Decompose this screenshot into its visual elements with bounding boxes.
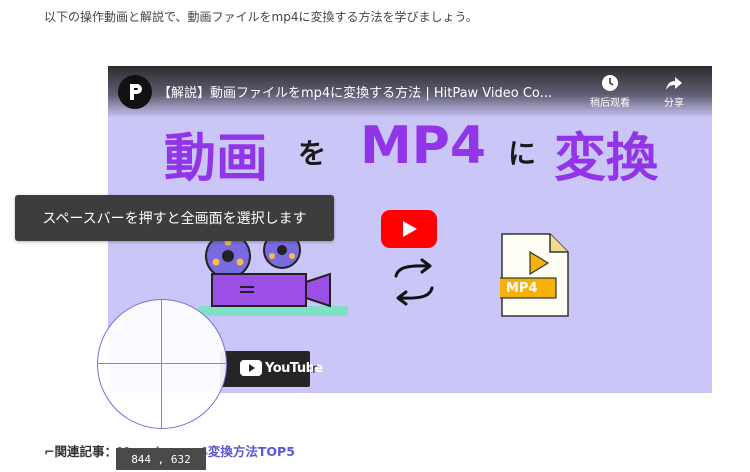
headline-word-video: 動画 [164, 129, 269, 189]
headline-word-convert: 変換 [554, 129, 659, 189]
crosshair-horizontal [98, 363, 226, 364]
hitpaw-logo-icon [130, 84, 142, 100]
thumbnail-headline: 動画 を MP4 に 変換 [108, 116, 712, 189]
clock-icon [602, 75, 618, 91]
video-title[interactable]: 【解説】動画ファイルをmp4に変換する方法 | HitPaw Video Co.… [158, 82, 583, 101]
share-button[interactable]: 分享 [649, 74, 699, 109]
mp4-file-label: MP4 [506, 281, 538, 296]
cut-off-text-right: r [312, 362, 318, 377]
crosshair-vertical [161, 300, 162, 428]
share-label: 分享 [664, 98, 684, 109]
related-arrow-icon: ⌐ [44, 444, 55, 459]
intro-text: 以下の操作動画と解説で、動画ファイルをmp4に変換する方法を学びましょう。 [44, 10, 478, 24]
player-top-bar: 【解説】動画ファイルをmp4に変換する方法 | HitPaw Video Co.… [108, 66, 712, 118]
youtube-badge[interactable]: YouTube [220, 351, 323, 387]
youtube-logo: YouTube [240, 360, 323, 376]
headline-particle-ni: に [508, 137, 537, 170]
share-arrow-icon [666, 77, 682, 90]
crosshair-cursor-overlay [97, 299, 227, 429]
headline-word-mp4: MP4 [360, 116, 487, 176]
mp4-file-icon: MP4 [497, 232, 570, 322]
coordinate-readout: 844 , 632 [116, 448, 206, 470]
youtube-play-icon [381, 210, 437, 248]
related-label: 関連記事： [54, 444, 117, 459]
channel-logo[interactable] [118, 75, 152, 109]
fullscreen-tooltip: スペースバーを押すと全画面を選択します [15, 195, 334, 241]
headline-particle-wo: を [298, 137, 327, 170]
convert-arrows-icon [394, 258, 434, 306]
watch-later-button[interactable]: 稍后观看 [585, 74, 635, 109]
youtube-small-icon [240, 360, 262, 376]
watch-later-label: 稍后观看 [590, 98, 630, 109]
